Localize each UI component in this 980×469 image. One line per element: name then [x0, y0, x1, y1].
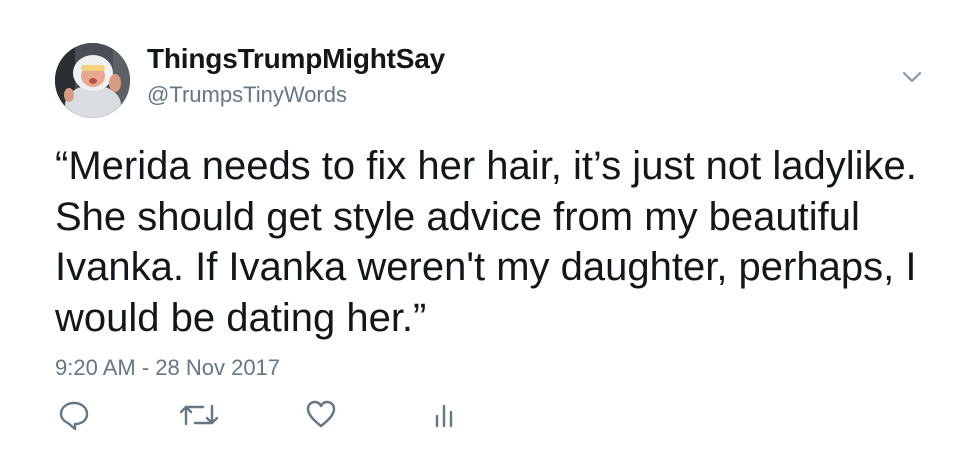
tweet-card: ThingsTrumpMightSay @TrumpsTinyWords “Me… [0, 0, 980, 469]
avatar-image [55, 43, 130, 118]
retweet-icon[interactable] [179, 398, 219, 432]
chevron-down-icon[interactable] [897, 64, 927, 90]
user-handle[interactable]: @TrumpsTinyWords [147, 82, 347, 108]
analytics-icon[interactable] [432, 398, 456, 432]
tweet-text: “Merida needs to fix her hair, it’s just… [55, 144, 917, 340]
display-name[interactable]: ThingsTrumpMightSay [147, 43, 445, 75]
heart-icon[interactable] [306, 398, 336, 432]
reply-icon[interactable] [57, 398, 91, 432]
tweet-timestamp[interactable]: 9:20 AM - 28 Nov 2017 [55, 355, 280, 381]
profile-avatar[interactable] [55, 43, 130, 118]
